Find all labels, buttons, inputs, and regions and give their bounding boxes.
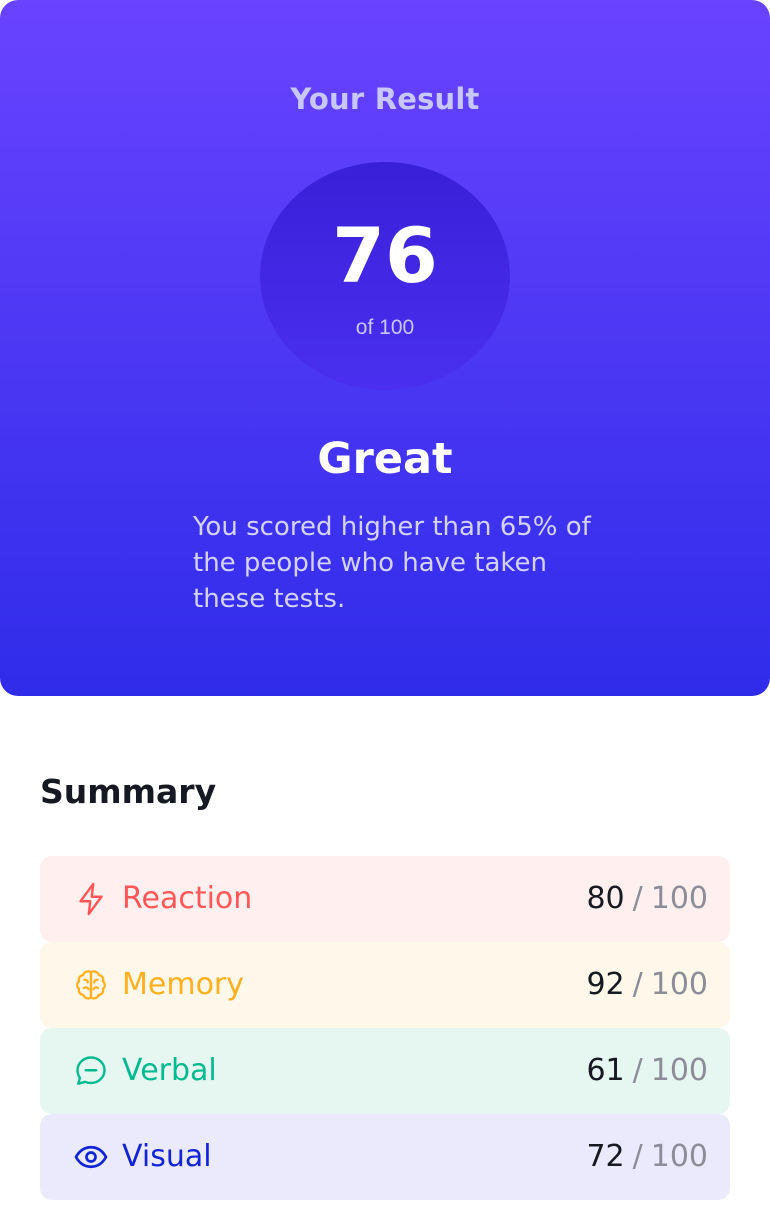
score-separator: / xyxy=(632,881,643,916)
summary-item-score: 80/100 xyxy=(586,880,708,918)
brain-icon xyxy=(73,967,109,1003)
summary-panel: Summary Reaction 80/100 Memory 92/100 Ve… xyxy=(0,696,770,1208)
chat-bubble-icon xyxy=(73,1053,109,1089)
score-max-label: of 100 xyxy=(355,316,415,339)
score-max: 100 xyxy=(650,1053,708,1088)
summary-item-reaction: Reaction 80/100 xyxy=(40,856,730,942)
score-value: 80 xyxy=(586,881,625,916)
lightning-icon xyxy=(73,881,109,917)
summary-item-label: Visual xyxy=(122,1139,212,1174)
score-max: 100 xyxy=(650,967,708,1002)
summary-item-label: Verbal xyxy=(122,1053,217,1088)
score-value: 72 xyxy=(586,1139,625,1174)
score-value: 76 xyxy=(332,211,438,300)
result-panel: Your Result 76 of 100 Great You scored h… xyxy=(0,0,770,696)
summary-item-label: Reaction xyxy=(122,881,253,916)
score-circle: 76 of 100 xyxy=(260,162,510,390)
summary-item-score: 92/100 xyxy=(586,966,708,1004)
result-title: Your Result xyxy=(290,82,480,116)
rating-label: Great xyxy=(317,434,453,484)
summary-item-verbal: Verbal 61/100 xyxy=(40,1028,730,1114)
score-max: 100 xyxy=(650,1139,708,1174)
score-value: 92 xyxy=(586,967,625,1002)
summary-item-score: 72/100 xyxy=(586,1138,708,1176)
score-separator: / xyxy=(632,1139,643,1174)
score-separator: / xyxy=(632,967,643,1002)
score-value: 61 xyxy=(586,1053,625,1088)
summary-item-score: 61/100 xyxy=(586,1052,708,1090)
score-separator: / xyxy=(632,1053,643,1088)
summary-title: Summary xyxy=(40,772,217,811)
summary-item-label: Memory xyxy=(122,967,245,1002)
score-max: 100 xyxy=(650,881,708,916)
summary-item-memory: Memory 92/100 xyxy=(40,942,730,1028)
eye-icon xyxy=(73,1139,109,1175)
summary-item-visual: Visual 72/100 xyxy=(40,1114,730,1200)
result-description: You scored higher than 65% of the people… xyxy=(193,512,591,614)
